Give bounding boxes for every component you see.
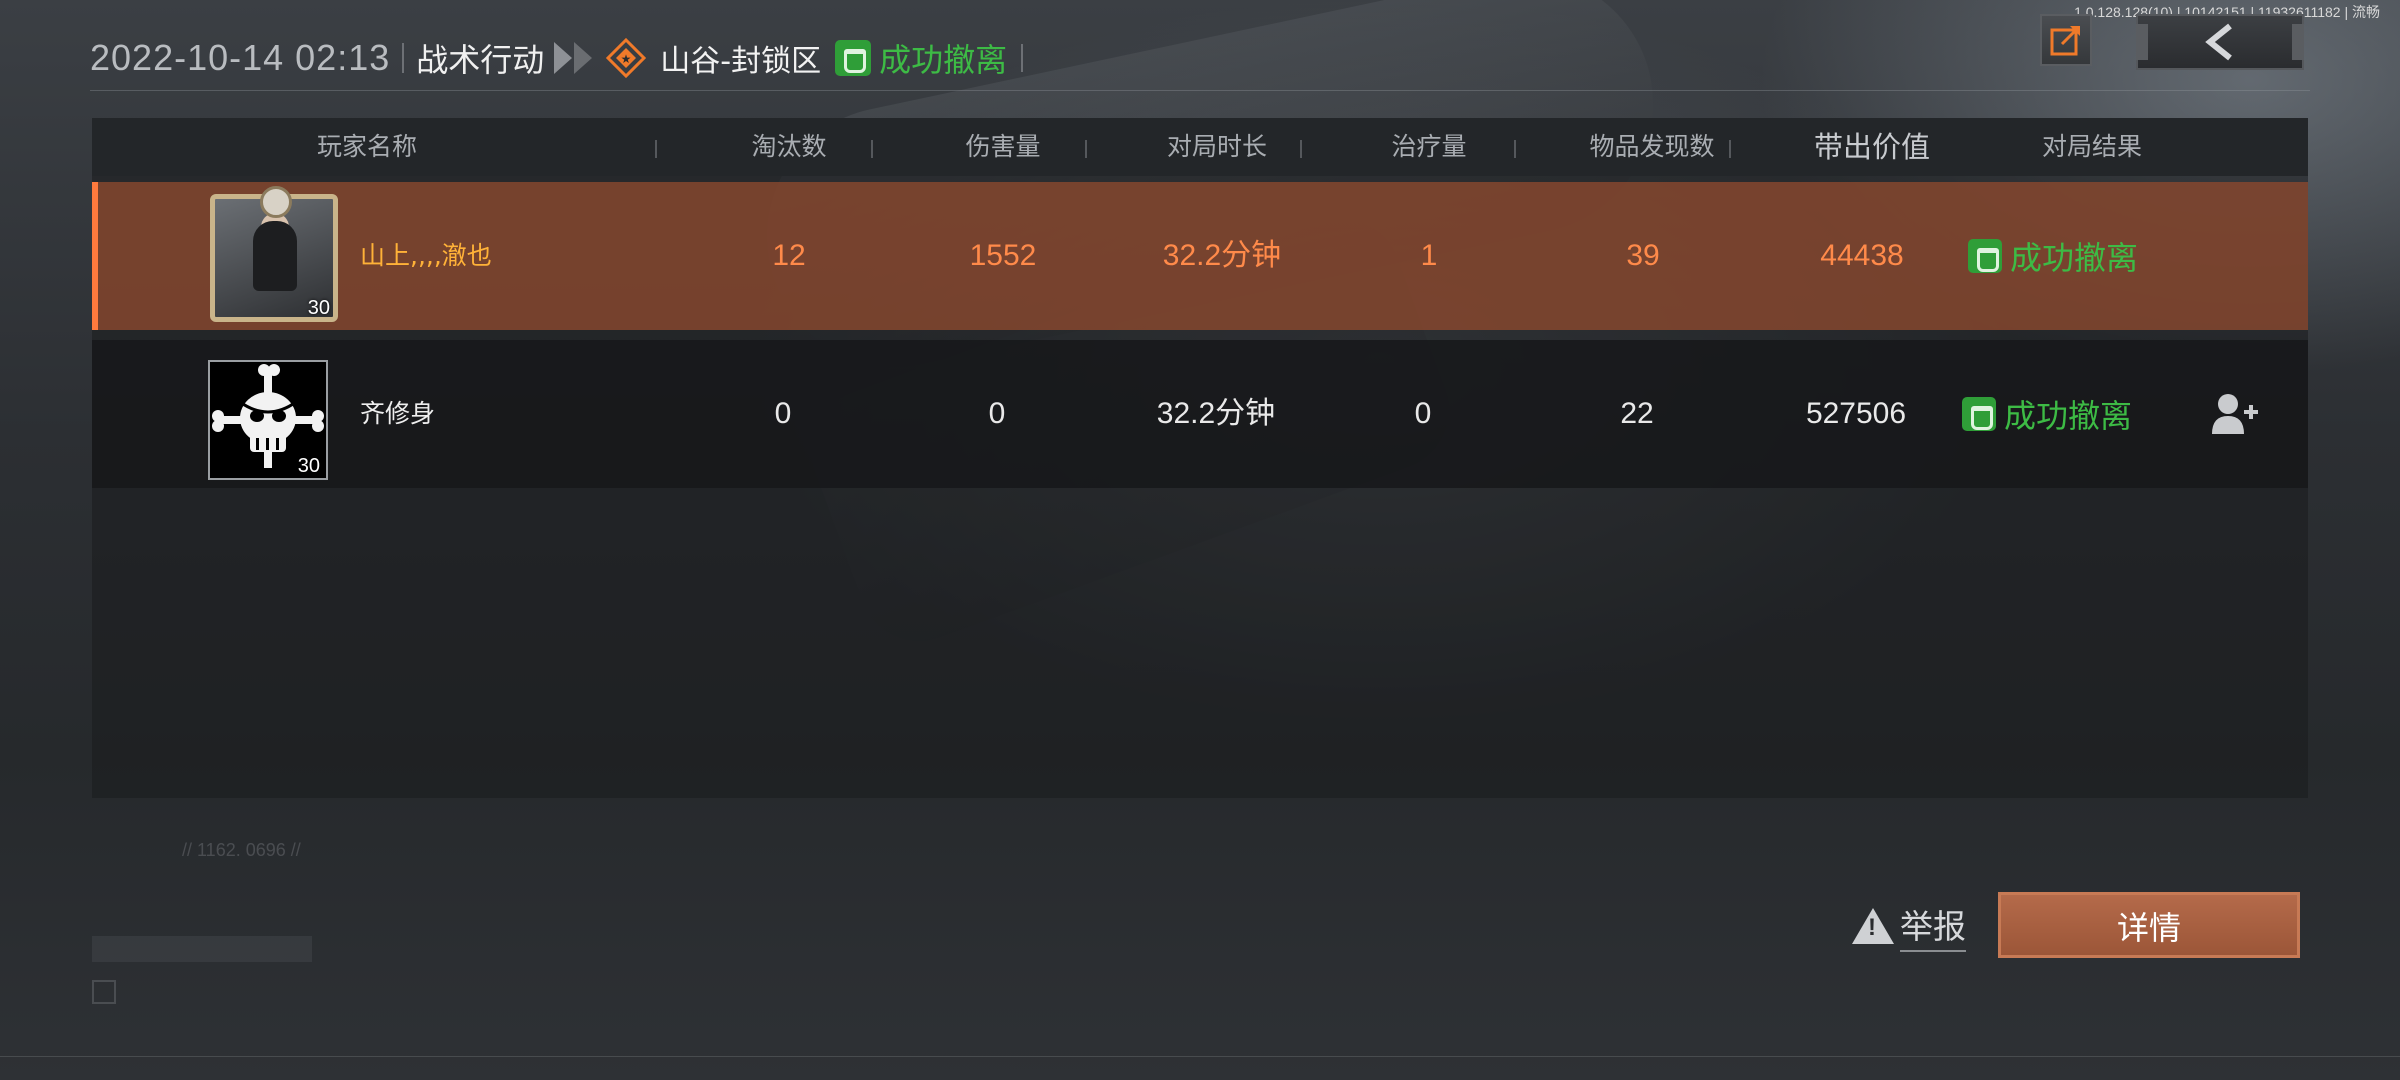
map-name: 山谷-封锁区 <box>660 44 822 79</box>
column-header-duration: 对局时长 <box>1166 132 1267 161</box>
map-diamond-icon: ★ <box>606 37 647 79</box>
damage-value: 1552 <box>969 239 1037 272</box>
match-header: 2022-10-14 02:13 战术行动 ★ 山谷-封锁区 成功撤离 <box>90 28 1024 88</box>
result-cell: 成功撤离 <box>1968 182 2138 330</box>
column-header-healing: 治疗量 <box>1391 132 1467 161</box>
result-cell: 成功撤离 <box>1962 340 2132 488</box>
divider <box>1085 140 1087 158</box>
table-row[interactable]: 30 齐修身 0 0 32.2分钟 0 22 527506 成功撤离 <box>92 340 2308 488</box>
report-button[interactable]: 举报 <box>1852 900 1966 952</box>
divider <box>1300 140 1302 158</box>
footer-checkbox-decoration <box>92 980 116 1004</box>
column-header-player: 玩家名称 <box>316 132 417 161</box>
footer-decoration <box>92 936 312 962</box>
kills-value: 12 <box>772 239 806 272</box>
match-result: 成功撤离 <box>879 41 1008 79</box>
player-level: 30 <box>297 455 320 477</box>
player-level: 30 <box>307 297 330 319</box>
duration-value: 32.2分钟 <box>1162 239 1282 272</box>
details-button[interactable]: 详情 <box>1998 892 2300 958</box>
extract-success-icon <box>1968 239 2002 273</box>
avatar: 30 <box>208 360 328 480</box>
back-button[interactable] <box>2136 14 2304 70</box>
add-friend-button[interactable] <box>2210 392 2258 436</box>
bottom-rule <box>0 1056 2400 1057</box>
table-row[interactable]: 30 山上,,,,澈也 12 1552 32.2分钟 1 39 44438 成功… <box>92 182 2308 330</box>
avatar-portrait <box>253 221 297 291</box>
divider <box>655 140 657 158</box>
svg-text:★: ★ <box>621 52 632 66</box>
warning-icon <box>1852 908 1894 944</box>
value-extracted-value: 527506 <box>1805 397 1907 430</box>
divider <box>1514 140 1516 158</box>
healing-value: 0 <box>1414 397 1432 430</box>
table-header: 玩家名称 淘汰数 伤害量 对局时长 治疗量 物品发现数 带出价值 对局结果 <box>92 118 2308 176</box>
share-icon <box>2050 26 2080 56</box>
extract-success-icon <box>1962 397 1996 431</box>
column-header-value-extracted: 带出价值 <box>1813 130 1930 164</box>
divider <box>871 140 873 158</box>
value-extracted-value: 44438 <box>1820 239 1904 272</box>
damage-value: 0 <box>988 397 1006 430</box>
chevron-right-icon <box>554 42 594 74</box>
back-arrow-icon <box>2205 23 2232 61</box>
share-button[interactable] <box>2040 14 2092 66</box>
divider <box>1729 140 1731 158</box>
column-header-items-found: 物品发现数 <box>1589 132 1715 161</box>
divider <box>402 43 405 73</box>
avatar: 30 <box>210 186 338 322</box>
scoreboard-table: 玩家名称 淘汰数 伤害量 对局时长 治疗量 物品发现数 带出价值 对局结果 30… <box>92 118 2308 798</box>
player-name: 齐修身 <box>360 399 436 428</box>
header-rule <box>90 90 2310 91</box>
column-header-result: 对局结果 <box>2041 132 2142 161</box>
healing-value: 1 <box>1420 239 1438 272</box>
game-mode: 战术行动 <box>416 41 545 79</box>
add-friend-icon <box>2212 394 2258 434</box>
kills-value: 0 <box>774 397 792 430</box>
match-code: // 1162. 0696 // <box>182 840 301 860</box>
duration-value: 32.2分钟 <box>1156 397 1276 430</box>
items-found-value: 39 <box>1626 239 1660 272</box>
player-name: 山上,,,,澈也 <box>360 241 492 270</box>
items-found-value: 22 <box>1620 397 1654 430</box>
extract-success-icon <box>835 40 872 76</box>
result-label: 成功撤离 <box>2010 239 2139 277</box>
match-datetime: 2022-10-14 02:13 <box>90 37 391 78</box>
divider <box>1021 44 1024 72</box>
column-header-damage: 伤害量 <box>965 132 1041 161</box>
column-header-kills: 淘汰数 <box>751 132 827 161</box>
result-label: 成功撤离 <box>2004 397 2133 435</box>
report-label: 举报 <box>1900 900 1966 952</box>
rank-badge-icon <box>260 186 292 218</box>
